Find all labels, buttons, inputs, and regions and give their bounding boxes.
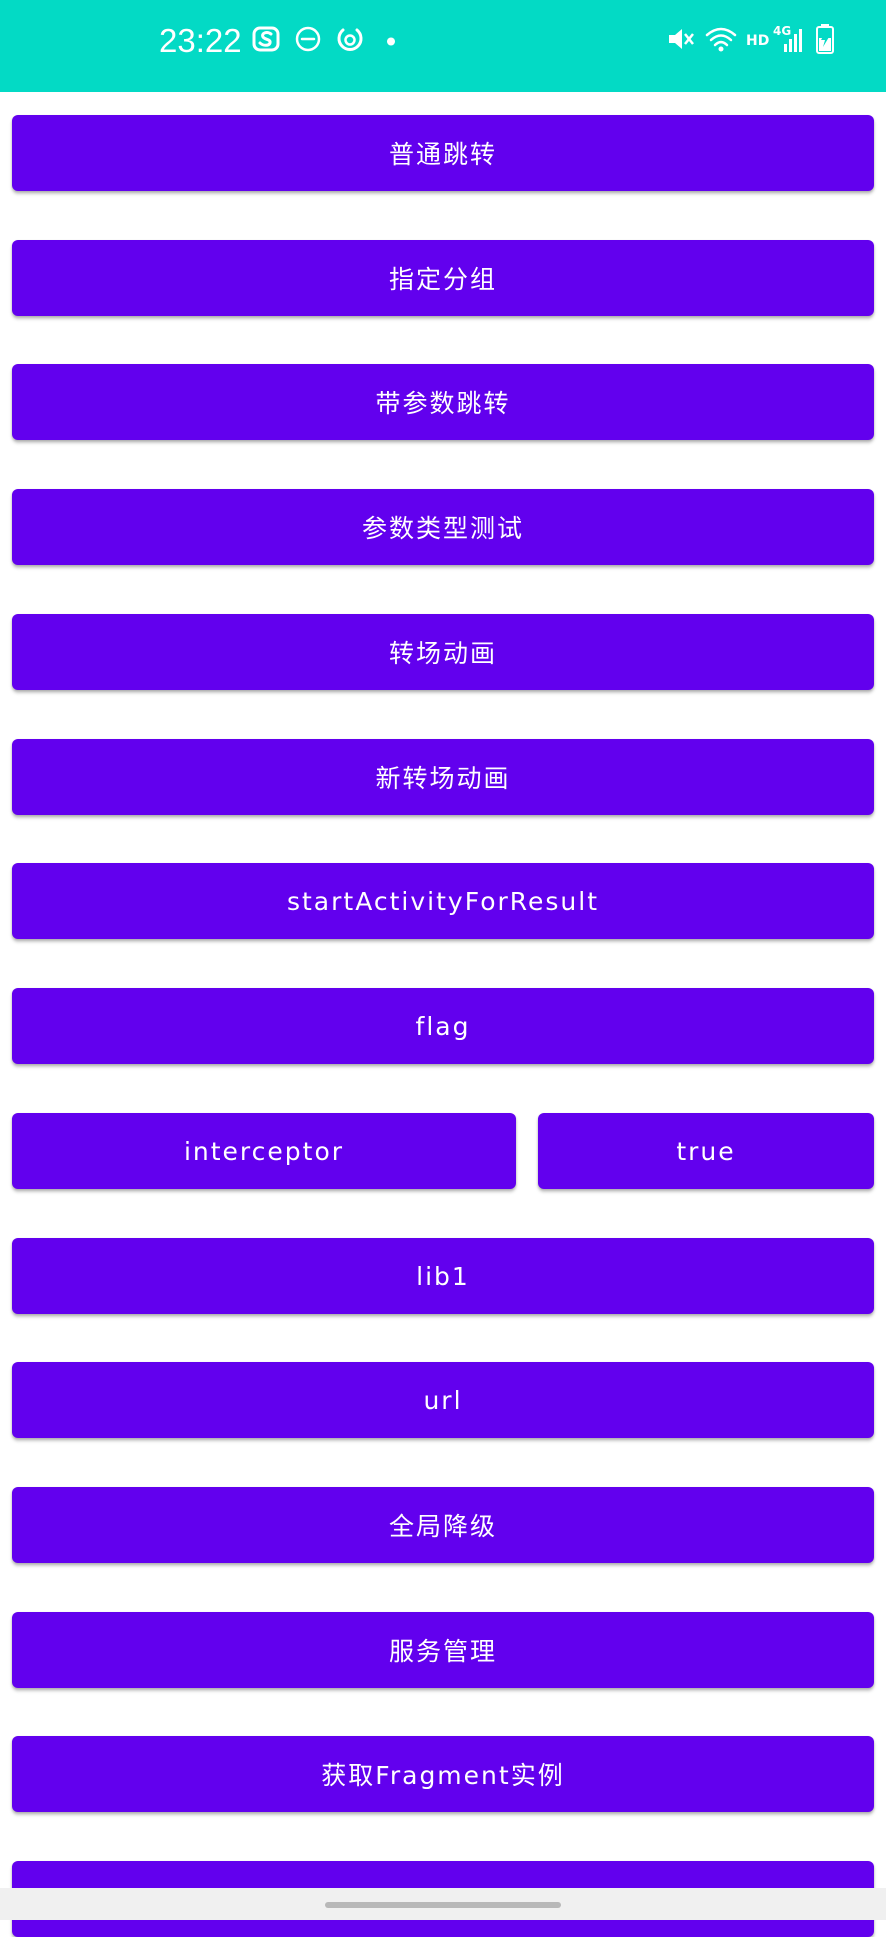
service-management-label: 服务管理 (388, 1637, 497, 1666)
interceptor-toggle-button[interactable]: true (538, 1113, 874, 1189)
network-type-label: 4G (773, 24, 792, 38)
global-degrade-label: 全局降级 (388, 1512, 497, 1541)
battery-icon (815, 23, 835, 59)
flag-label: flag (415, 1011, 471, 1041)
dnd-icon (294, 25, 322, 57)
home-indicator[interactable] (325, 1902, 561, 1908)
specify-group-button[interactable]: 指定分组 (12, 240, 874, 316)
param-type-test-label: 参数类型测试 (361, 514, 524, 543)
new-transition-anim-label: 新转场动画 (375, 764, 511, 793)
param-type-test-button[interactable]: 参数类型测试 (12, 489, 874, 565)
new-transition-anim-button[interactable]: 新转场动画 (12, 739, 874, 815)
service-management-button[interactable]: 服务管理 (12, 1612, 874, 1688)
normal-jump-label: 普通跳转 (388, 140, 497, 169)
start-activity-for-result-label: startActivityForResult (286, 886, 600, 916)
url-label: url (423, 1385, 463, 1415)
dot-icon (386, 32, 396, 51)
wifi-icon (704, 24, 738, 58)
mute-icon (666, 25, 696, 57)
specify-group-label: 指定分组 (388, 265, 497, 294)
lib1-button[interactable]: lib1 (12, 1238, 874, 1314)
interceptor-label: interceptor (183, 1136, 345, 1166)
jump-with-params-label: 带参数跳转 (375, 389, 511, 418)
sync-icon (335, 24, 365, 58)
global-degrade-button[interactable]: 全局降级 (12, 1487, 874, 1563)
weibo-icon (252, 25, 282, 57)
start-activity-for-result-button[interactable]: startActivityForResult (12, 863, 874, 939)
get-fragment-instance-label: 获取Fragment实例 (321, 1761, 565, 1790)
transition-anim-button[interactable]: 转场动画 (12, 614, 874, 690)
interceptor-button[interactable]: interceptor (12, 1113, 516, 1189)
get-fragment-instance-button[interactable]: 获取Fragment实例 (12, 1736, 874, 1812)
normal-jump-button[interactable]: 普通跳转 (12, 115, 874, 191)
transition-anim-label: 转场动画 (388, 639, 497, 668)
jump-with-params-button[interactable]: 带参数跳转 (12, 364, 874, 440)
interceptor-toggle-label: true (676, 1136, 736, 1166)
url-button[interactable]: url (12, 1362, 874, 1438)
status-bar: 23:22 HD 4G (0, 0, 886, 92)
status-time: 23:22 (159, 22, 242, 59)
flag-button[interactable]: flag (12, 988, 874, 1064)
hd-label: HD (746, 33, 770, 49)
lib1-label: lib1 (416, 1261, 470, 1291)
